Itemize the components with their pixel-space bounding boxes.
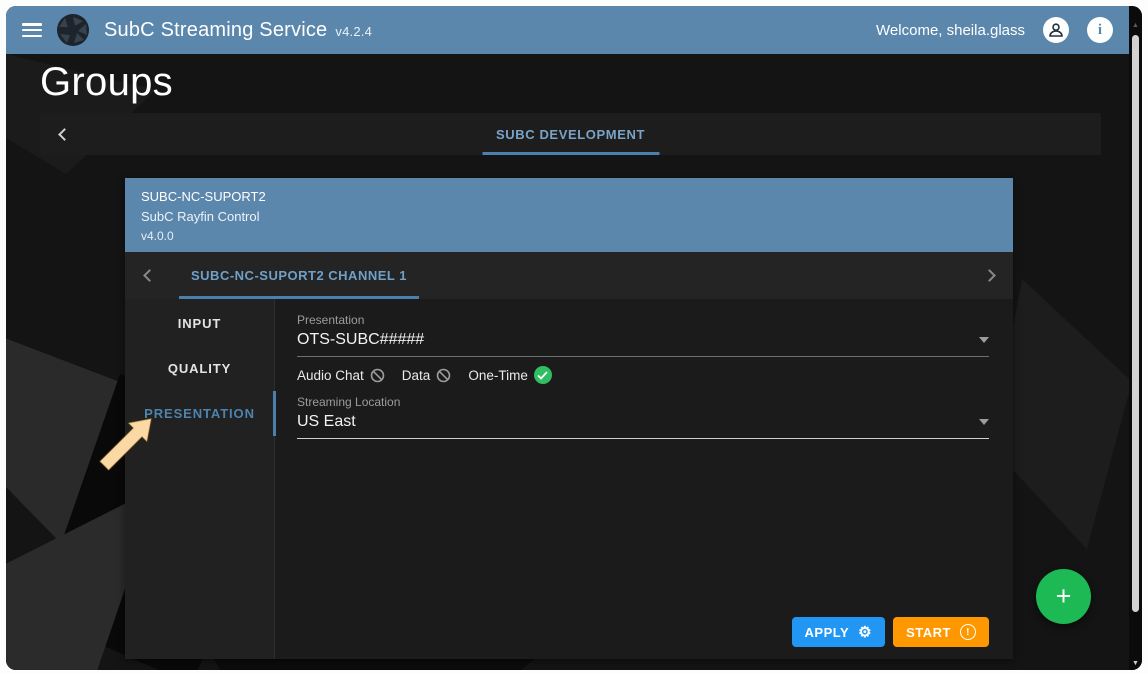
plus-icon: +	[1056, 581, 1072, 612]
chevron-right-icon	[983, 269, 996, 282]
active-tab-underline	[482, 152, 659, 155]
tab-subc-development[interactable]: SUBC DEVELOPMENT	[482, 113, 659, 155]
welcome-text: Welcome, sheila.glass	[876, 22, 1025, 39]
apply-button[interactable]: APPLY ⚙	[792, 617, 886, 647]
check-icon	[534, 366, 552, 384]
device-type: SubC Rayfin Control	[141, 207, 997, 227]
channel-tab-label: SUBC-NC-SUPORT2 CHANNEL 1	[191, 268, 407, 283]
device-card: SUBC-NC-SUPORT2 SubC Rayfin Control v4.0…	[125, 178, 1013, 659]
device-firmware: v4.0.0	[141, 227, 997, 245]
group-tab-label: SUBC DEVELOPMENT	[496, 127, 645, 142]
menu-icon[interactable]	[22, 23, 42, 37]
app-title-group: SubC Streaming Service v4.2.4	[104, 19, 372, 42]
page-title: Groups	[40, 60, 173, 105]
presentation-form: Presentation OTS-SUBC##### Audio Chat	[275, 299, 1013, 659]
gear-icon: ⚙	[858, 625, 872, 640]
channel-prev-button[interactable]	[125, 252, 173, 299]
main-area: Groups SUBC DEVELOPMENT SUBC-NC-SUPORT2 …	[6, 54, 1129, 670]
presentation-label: Presentation	[297, 313, 989, 327]
subc-logo-icon	[56, 13, 90, 47]
info-icon[interactable]: i	[1087, 17, 1113, 43]
scrollbar[interactable]: ▲ ▼	[1129, 6, 1142, 670]
tab-input[interactable]: INPUT	[125, 301, 274, 346]
screenshot-frame: SubC Streaming Service v4.2.4 Welcome, s…	[0, 0, 1148, 674]
annotation-arrow-icon	[92, 408, 162, 478]
settings-tab-list: INPUT QUALITY PRESENTATION	[125, 299, 275, 659]
streaming-location-label: Streaming Location	[297, 395, 989, 409]
add-group-fab[interactable]: +	[1036, 569, 1091, 624]
apply-label: APPLY	[805, 625, 850, 640]
blocked-icon	[436, 368, 451, 383]
scroll-up-icon[interactable]: ▲	[1129, 22, 1142, 29]
dropdown-caret-icon	[979, 419, 989, 425]
start-label: START	[906, 625, 951, 640]
app-version: v4.2.4	[335, 24, 372, 39]
exclamation-circle-icon: !	[960, 624, 976, 640]
start-button[interactable]: START !	[893, 617, 989, 647]
app-title: SubC Streaming Service	[104, 19, 327, 42]
flag-label: Data	[402, 368, 431, 383]
channel-next-button[interactable]	[965, 252, 1013, 299]
account-icon[interactable]	[1043, 17, 1069, 43]
tab-channel-1[interactable]: SUBC-NC-SUPORT2 CHANNEL 1	[179, 252, 419, 299]
channel-tabbar: SUBC-NC-SUPORT2 CHANNEL 1	[125, 252, 1013, 299]
flags-row: Audio Chat Data One-Time	[297, 366, 989, 384]
app-window: SubC Streaming Service v4.2.4 Welcome, s…	[6, 6, 1142, 670]
active-tab-indicator	[273, 391, 276, 436]
presentation-value: OTS-SUBC#####	[297, 331, 424, 349]
scroll-down-icon[interactable]: ▼	[1129, 660, 1142, 667]
group-back-button[interactable]	[40, 130, 88, 139]
action-buttons: APPLY ⚙ START !	[297, 617, 989, 647]
device-name: SUBC-NC-SUPORT2	[141, 187, 997, 207]
presentation-select[interactable]: OTS-SUBC#####	[297, 331, 989, 357]
flag-label: Audio Chat	[297, 368, 364, 383]
device-card-header: SUBC-NC-SUPORT2 SubC Rayfin Control v4.0…	[125, 178, 1013, 252]
flag-audio-chat: Audio Chat	[297, 368, 385, 383]
scrollbar-thumb[interactable]	[1132, 35, 1139, 612]
blocked-icon	[370, 368, 385, 383]
streaming-location-value: US East	[297, 413, 356, 431]
streaming-location-select[interactable]: US East	[297, 413, 989, 439]
dropdown-caret-icon	[979, 337, 989, 343]
flag-one-time: One-Time	[468, 366, 552, 384]
group-tabbar: SUBC DEVELOPMENT	[40, 113, 1101, 155]
flag-label: One-Time	[468, 368, 528, 383]
chevron-left-icon	[143, 269, 156, 282]
flag-data: Data	[402, 368, 452, 383]
tab-quality[interactable]: QUALITY	[125, 346, 274, 391]
chevron-left-icon	[58, 128, 71, 141]
app-header: SubC Streaming Service v4.2.4 Welcome, s…	[6, 6, 1129, 54]
